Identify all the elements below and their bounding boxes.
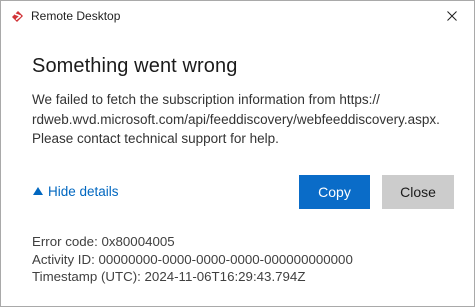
copy-button[interactable]: Copy [299, 175, 370, 209]
title-bar: Remote Desktop [1, 1, 474, 31]
error-message: We failed to fetch the subscription info… [32, 90, 452, 149]
close-button[interactable]: Close [382, 175, 454, 209]
timestamp: Timestamp (UTC): 2024-11-06T16:29:43.794… [32, 269, 306, 284]
triangle-up-icon [33, 187, 43, 195]
error-details: Error code: 0x80004005 Activity ID: 0000… [32, 233, 353, 286]
dialog-heading: Something went wrong [32, 55, 238, 77]
error-message-line: We failed to fetch the subscription info… [32, 92, 380, 107]
error-message-line: Please contact technical support for hel… [32, 131, 279, 146]
close-icon [446, 11, 457, 21]
hide-details-link[interactable]: Hide details [33, 184, 119, 199]
activity-id: Activity ID: 00000000-0000-0000-0000-000… [32, 251, 353, 267]
hide-details-label: Hide details [48, 184, 119, 199]
window-title: Remote Desktop [31, 9, 121, 23]
window-close-button[interactable] [429, 1, 474, 31]
remote-desktop-dialog: Remote Desktop Something went wrong We f… [0, 0, 475, 307]
error-code: Error code: 0x80004005 [32, 234, 175, 249]
error-message-line: rdweb.wvd.microsoft.com/api/feeddiscover… [32, 111, 440, 127]
remote-desktop-icon [10, 8, 26, 24]
